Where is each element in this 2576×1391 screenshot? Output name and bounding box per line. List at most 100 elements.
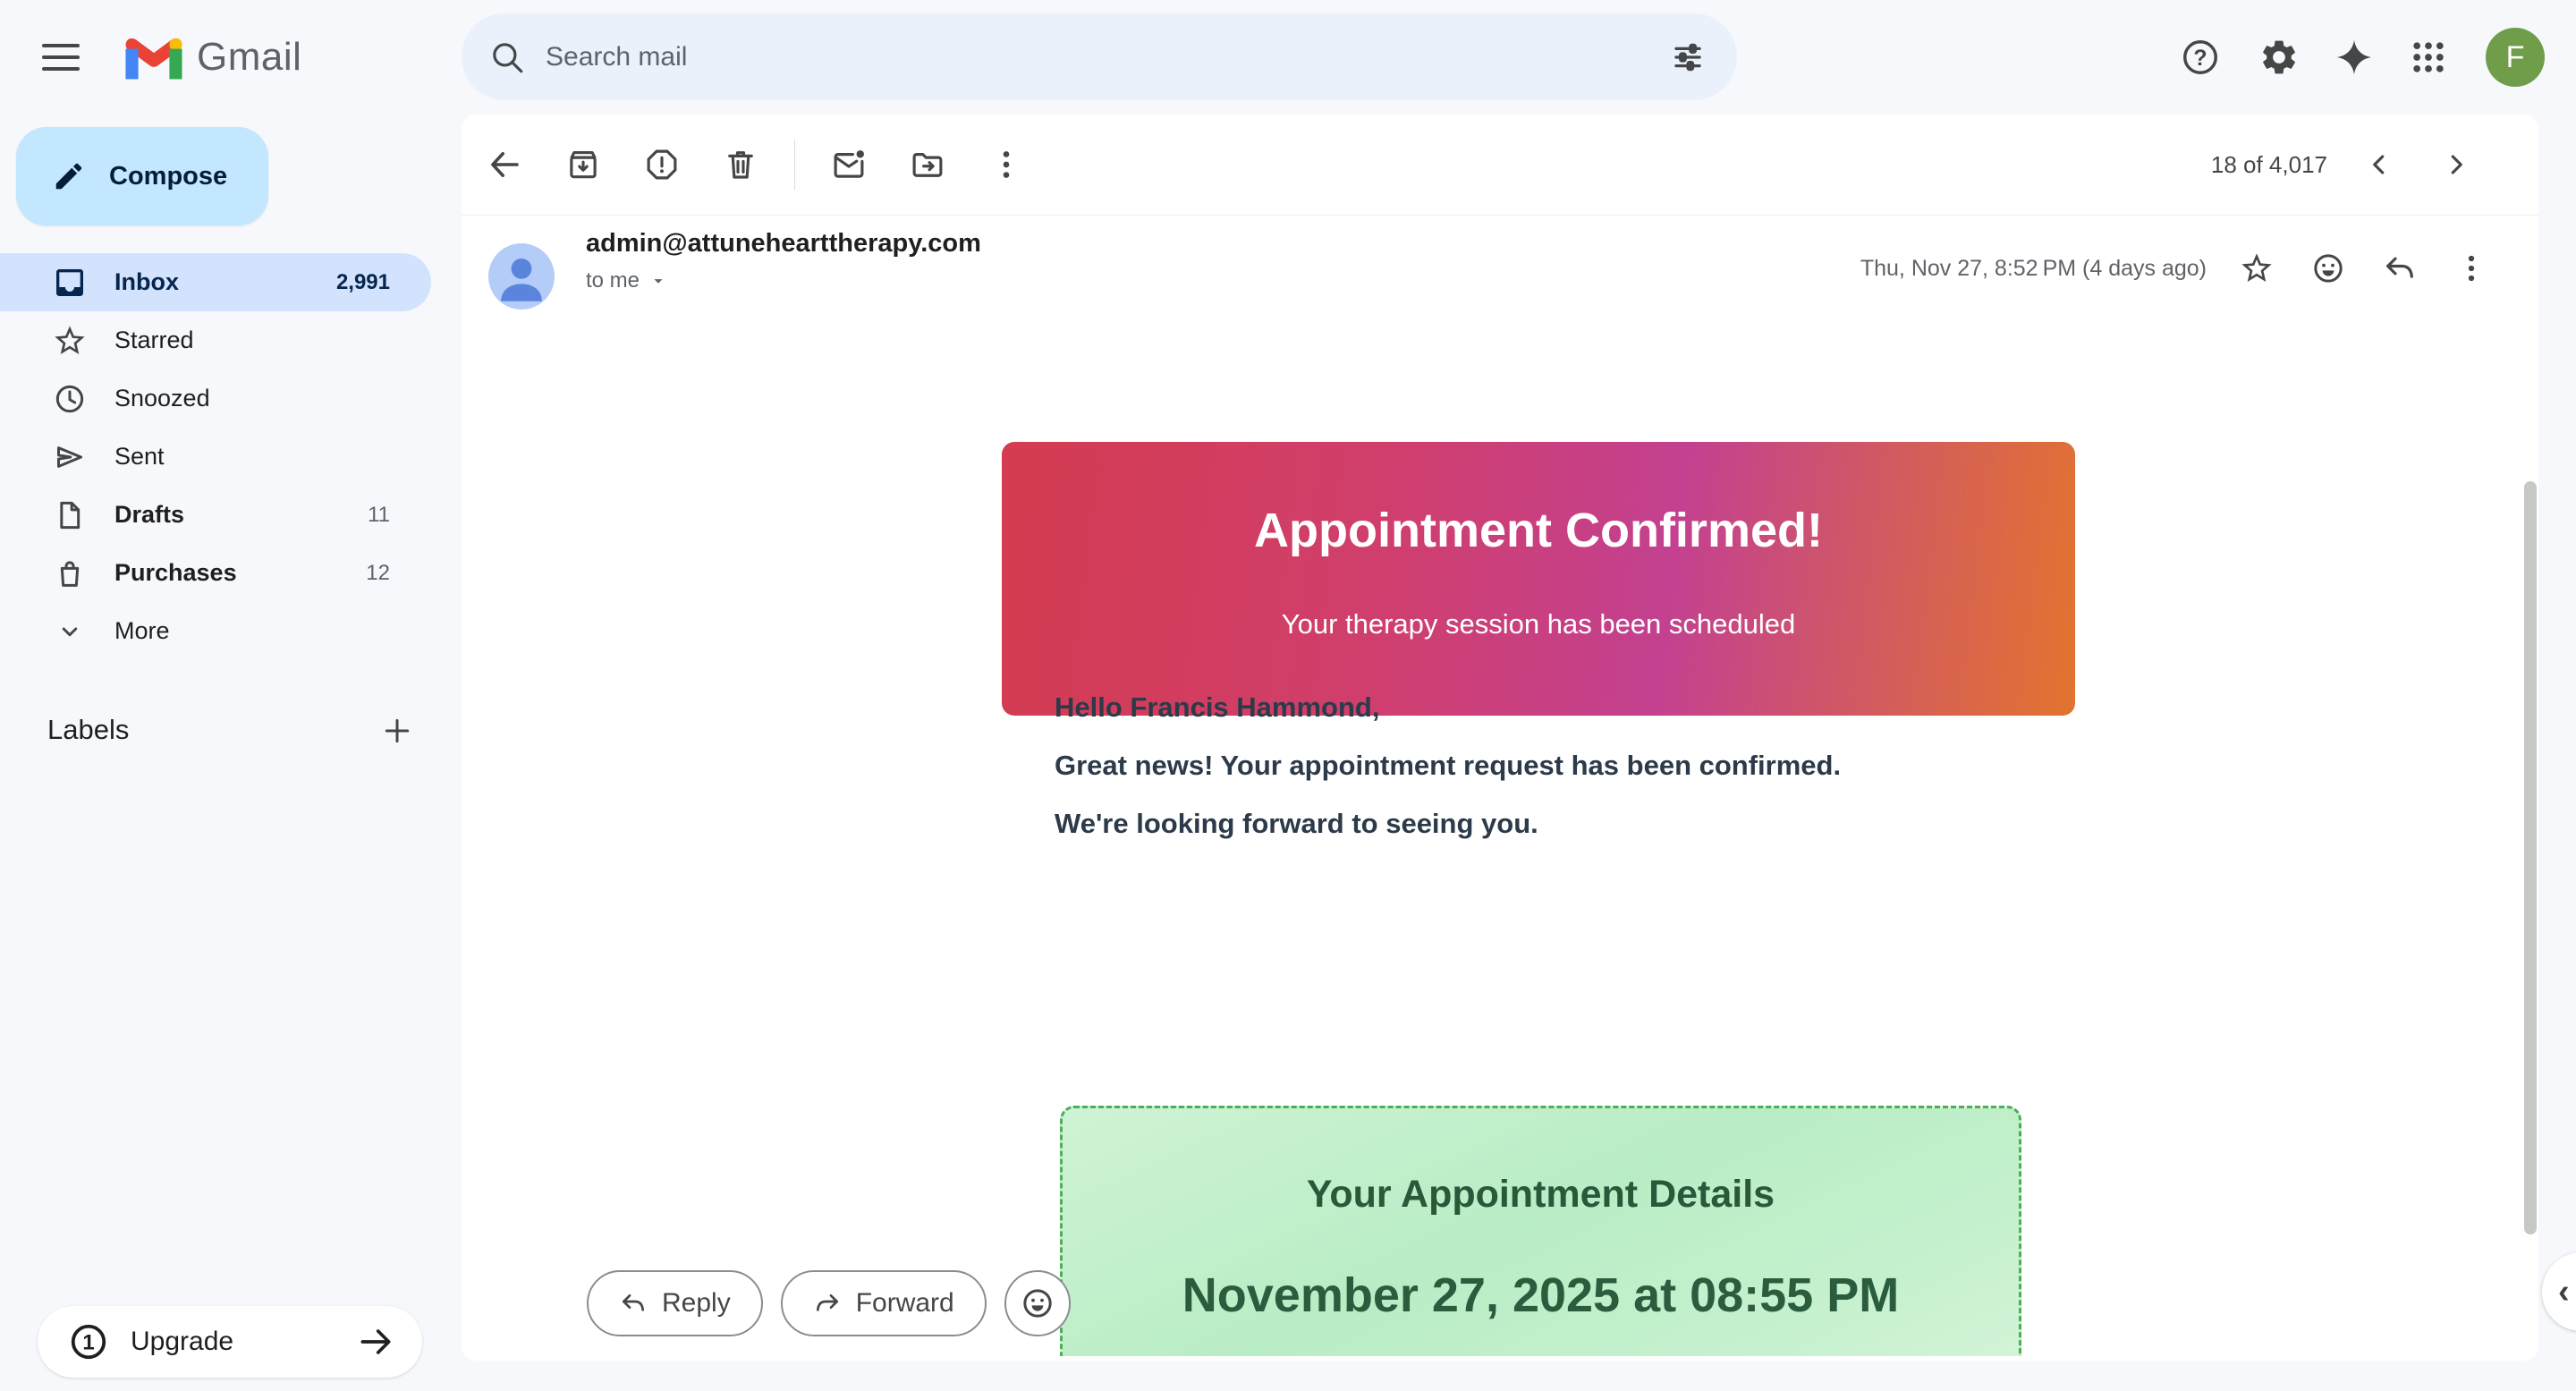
- arrow-right-icon: [356, 1322, 395, 1361]
- settings-button[interactable]: [2250, 29, 2308, 86]
- archive-button[interactable]: [558, 140, 608, 190]
- pencil-icon: [52, 159, 86, 193]
- forward-icon: [813, 1289, 842, 1318]
- message-position: 18 of 4,017: [2211, 151, 2327, 179]
- sidebar-item-snoozed[interactable]: Snoozed: [0, 369, 431, 428]
- details-dropdown-icon[interactable]: [648, 271, 668, 291]
- labels-heading: Labels: [47, 714, 129, 746]
- sidebar-item-purchases[interactable]: Purchases 12: [0, 544, 431, 602]
- help-icon: ?: [2193, 46, 2207, 71]
- search-options-icon[interactable]: [1669, 38, 1707, 76]
- create-label-button[interactable]: [374, 708, 420, 754]
- reply-icon-button[interactable]: [2375, 243, 2425, 293]
- apps-grid-icon: [2409, 38, 2448, 77]
- email-banner: Appointment Confirmed! Your therapy sess…: [1002, 442, 2075, 716]
- purchases-count: 12: [366, 561, 390, 586]
- report-spam-icon: [643, 146, 681, 183]
- drafts-count: 11: [368, 503, 390, 528]
- gmail-logo[interactable]: Gmail: [125, 0, 301, 115]
- trash-icon: [722, 146, 759, 183]
- collapse-panel-button[interactable]: ‹: [2542, 1252, 2576, 1331]
- top-bar: Gmail Search mail ?: [0, 0, 2576, 115]
- older-button[interactable]: [2431, 140, 2481, 190]
- email-body: Appointment Confirmed! Your therapy sess…: [1002, 327, 2075, 1356]
- kebab-icon: [987, 146, 1025, 183]
- sidebar: Compose Inbox 2,991 Starred Snoozed: [0, 115, 461, 1391]
- compose-label: Compose: [109, 162, 227, 191]
- sidebar-item-drafts[interactable]: Drafts 11: [0, 486, 431, 544]
- more-options-button[interactable]: [981, 140, 1031, 190]
- delete-button[interactable]: [716, 140, 766, 190]
- plus-icon: [379, 713, 415, 749]
- account-avatar[interactable]: F: [2486, 28, 2545, 87]
- sidebar-item-inbox[interactable]: Inbox 2,991: [0, 253, 431, 311]
- send-icon: [50, 437, 89, 477]
- mail-unread-icon: [830, 146, 868, 183]
- inbox-count: 2,991: [336, 270, 390, 295]
- help-button[interactable]: ?: [2172, 29, 2229, 86]
- person-icon: [488, 243, 555, 310]
- upgrade-label: Upgrade: [131, 1327, 233, 1357]
- search-icon[interactable]: [488, 38, 526, 76]
- search-bar[interactable]: Search mail: [462, 13, 1737, 100]
- emoji-reaction-button[interactable]: [2303, 243, 2353, 293]
- star-icon: [50, 321, 89, 360]
- reply-actions: Reply Forward: [587, 1270, 1071, 1336]
- kebab-icon: [2453, 250, 2489, 286]
- sidebar-item-starred[interactable]: Starred: [0, 311, 431, 369]
- add-reaction-button[interactable]: [1004, 1270, 1071, 1336]
- sender-avatar[interactable]: [488, 243, 555, 310]
- smiley-icon: [2310, 250, 2346, 286]
- hamburger-icon: [42, 44, 80, 47]
- smiley-icon: [1020, 1285, 1055, 1321]
- folder-move-icon: [909, 146, 946, 183]
- star-message-button[interactable]: [2232, 243, 2282, 293]
- collapse-chevron-icon: ‹: [2558, 1273, 2570, 1311]
- avatar-initial: F: [2506, 40, 2525, 75]
- banner-subtitle: Your therapy session has been scheduled: [1002, 608, 2075, 640]
- mail-pane: 18 of 4,017 admin@attunehearttherapy.com…: [462, 115, 2538, 1361]
- closing-line: We're looking forward to seeing you.: [1055, 794, 1841, 852]
- archive-icon: [564, 146, 602, 183]
- toolbar-divider: [794, 140, 795, 190]
- gmail-m-icon: [125, 35, 182, 80]
- gear-icon: [2258, 37, 2300, 78]
- main-menu-button[interactable]: [34, 30, 88, 84]
- details-heading: Your Appointment Details: [1063, 1173, 2019, 1217]
- arrow-left-icon: [486, 146, 523, 183]
- google-one-icon: 1: [68, 1321, 109, 1362]
- clock-icon: [50, 379, 89, 419]
- move-to-button[interactable]: [902, 140, 953, 190]
- inbox-icon: [50, 263, 89, 302]
- chevron-right-icon: [2440, 148, 2472, 181]
- star-icon: [2239, 250, 2275, 286]
- message-more-button[interactable]: [2446, 243, 2496, 293]
- back-button[interactable]: [479, 140, 530, 190]
- reply-icon: [2382, 250, 2418, 286]
- apps-button[interactable]: [2400, 29, 2457, 86]
- gemini-button[interactable]: [2326, 29, 2383, 86]
- appointment-details-card: Your Appointment Details November 27, 20…: [1060, 1106, 2021, 1356]
- compose-button[interactable]: Compose: [16, 127, 268, 225]
- sender-email[interactable]: admin@attunehearttherapy.com: [586, 229, 981, 259]
- reply-button[interactable]: Reply: [587, 1270, 763, 1336]
- email-date: Thu, Nov 27, 8:52 PM (4 days ago): [1860, 256, 2207, 282]
- search-input[interactable]: Search mail: [546, 42, 1669, 72]
- mark-unread-button[interactable]: [824, 140, 874, 190]
- chevron-down-icon: [50, 612, 89, 651]
- sidebar-item-more[interactable]: More: [0, 602, 431, 660]
- email-text: Hello Francis Hammond, Great news! Your …: [1055, 678, 1841, 852]
- email-header: admin@attunehearttherapy.com to me Thu, …: [462, 215, 2538, 344]
- banner-title: Appointment Confirmed!: [1002, 503, 2075, 558]
- labels-section: Labels: [0, 700, 431, 759]
- appointment-details-clip: Your Appointment Details November 27, 20…: [1060, 1106, 2027, 1356]
- report-spam-button[interactable]: [637, 140, 687, 190]
- forward-button[interactable]: Forward: [781, 1270, 987, 1336]
- draft-icon: [50, 496, 89, 535]
- newer-button[interactable]: [2354, 140, 2404, 190]
- scrollbar-thumb[interactable]: [2524, 481, 2537, 1234]
- upgrade-button[interactable]: 1 Upgrade: [38, 1306, 422, 1378]
- recipient-line[interactable]: to me: [586, 268, 668, 293]
- sparkle-icon: [2334, 38, 2374, 77]
- sidebar-item-sent[interactable]: Sent: [0, 428, 431, 486]
